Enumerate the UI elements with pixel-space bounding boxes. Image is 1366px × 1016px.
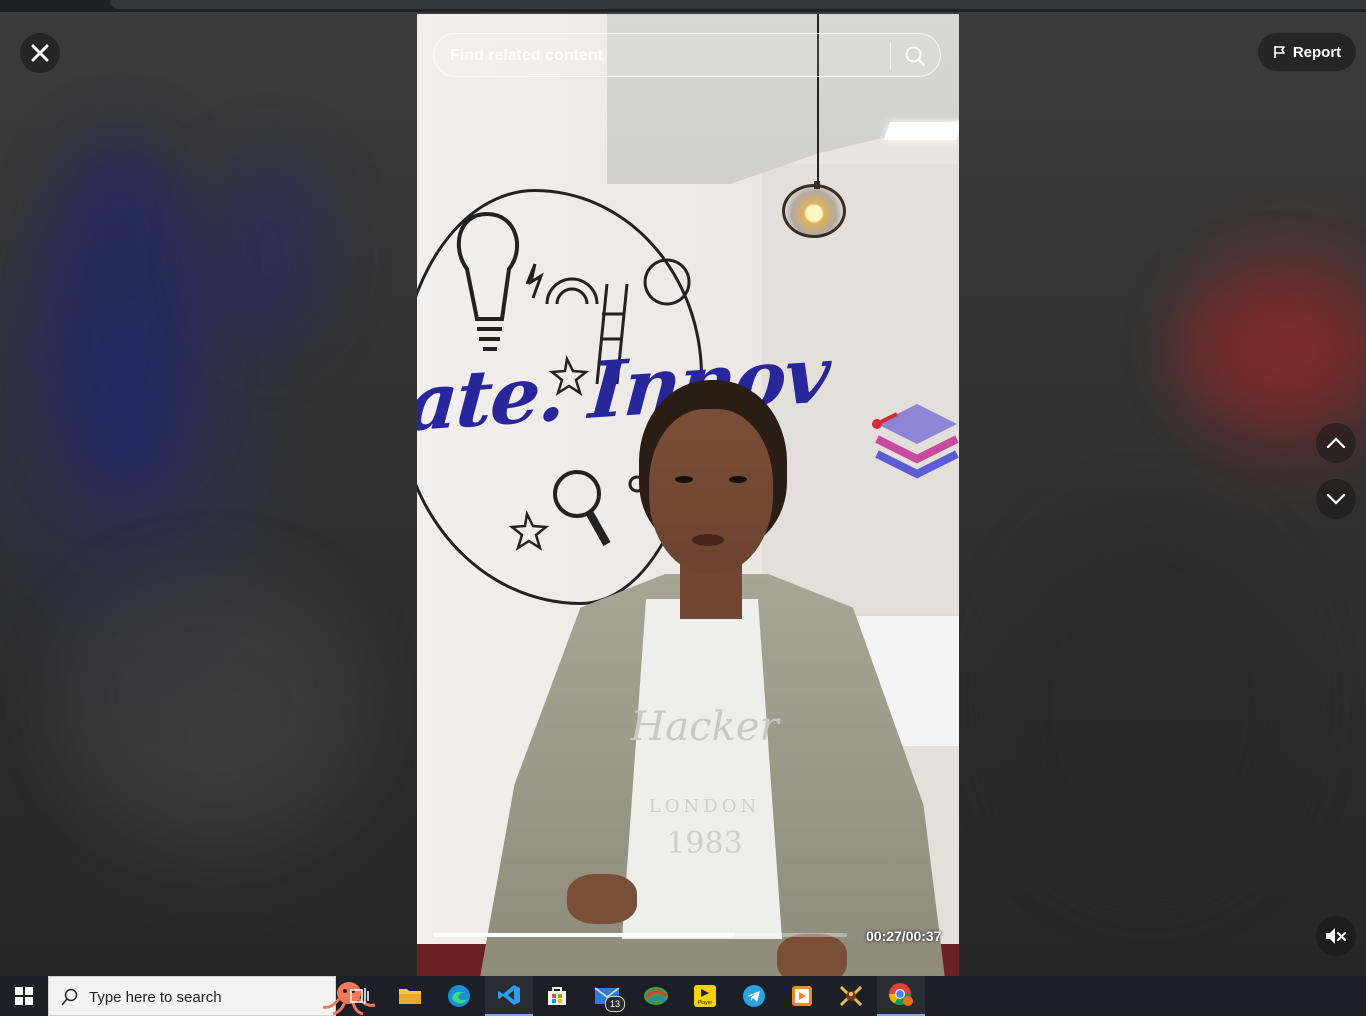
cube-logo-icon — [872, 404, 959, 479]
taskbar-store[interactable] — [533, 976, 581, 1016]
taskbar-search-placeholder: Type here to search — [89, 989, 222, 1006]
tshirt-print-city: LONDON — [648, 796, 761, 817]
scene-ceiling-light — [883, 122, 959, 140]
video-progress-fill — [433, 933, 736, 937]
store-icon — [548, 987, 566, 1005]
next-video-button[interactable] — [1316, 479, 1356, 519]
taskbar-mail[interactable]: 13 — [583, 976, 631, 1016]
video-player[interactable]: ate. Innov Hacker LONDON 1983 — [417, 14, 959, 976]
player-icon: Player — [694, 985, 716, 1007]
scene-eye-right — [729, 476, 747, 483]
report-label: Report — [1292, 43, 1342, 61]
taskbar-media[interactable] — [778, 976, 826, 1016]
media-icon — [792, 986, 812, 1006]
taskbar-search-box[interactable]: Type here to search — [48, 976, 376, 1016]
windows-taskbar: Type here to search 13 Player — [0, 976, 1366, 1016]
photos-icon — [644, 987, 668, 1005]
svg-text:Player: Player — [698, 1000, 713, 1006]
speaker-muted-icon — [1326, 928, 1346, 944]
previous-video-button[interactable] — [1316, 423, 1356, 463]
tshirt-print-year: 1983 — [666, 826, 743, 861]
close-button[interactable] — [20, 33, 60, 73]
task-view-icon — [350, 988, 369, 1004]
browser-top-bar — [0, 0, 1366, 12]
tshirt-print: Hacker — [630, 704, 779, 750]
taskbar-vscode[interactable] — [485, 976, 533, 1016]
scene-pendant-lamp — [782, 181, 846, 238]
vscode-icon — [498, 985, 520, 1005]
taskbar-chrome[interactable] — [877, 976, 925, 1016]
scene-tshirt — [622, 599, 782, 939]
taskbar-telegram[interactable] — [730, 976, 778, 1016]
mute-toggle-button[interactable] — [1316, 916, 1356, 956]
chevron-up-icon — [1326, 437, 1346, 449]
report-button[interactable]: Report — [1258, 33, 1356, 71]
video-progress-bar[interactable] — [433, 933, 847, 937]
scene-mouth — [692, 534, 724, 546]
scene-hand-right — [777, 934, 847, 976]
flag-icon — [1274, 46, 1285, 58]
start-button[interactable] — [0, 976, 48, 1016]
telegram-icon — [743, 985, 765, 1007]
windows-logo-icon — [15, 987, 33, 1005]
chevron-down-icon — [1326, 493, 1346, 505]
taskbar-task-view[interactable] — [336, 976, 384, 1016]
taskbar-edge[interactable] — [435, 976, 483, 1016]
game-icon — [839, 985, 863, 1007]
taskbar-game[interactable] — [827, 976, 875, 1016]
search-icon[interactable] — [904, 45, 926, 67]
chrome-icon — [889, 983, 913, 1006]
folder-icon — [399, 989, 421, 1004]
related-search-input[interactable] — [448, 34, 892, 78]
search-divider — [890, 42, 891, 70]
close-icon — [31, 44, 49, 62]
taskbar-player[interactable]: Player — [681, 976, 729, 1016]
edge-icon — [448, 985, 470, 1007]
taskbar-file-explorer[interactable] — [386, 976, 434, 1016]
video-time-display: 00:27/00:37 — [866, 928, 942, 944]
scene-hand-left — [567, 874, 637, 924]
mail-unread-badge: 13 — [605, 996, 625, 1012]
scene-face — [649, 409, 773, 574]
scene-eye-left — [675, 476, 693, 483]
taskbar-photos[interactable] — [632, 976, 680, 1016]
related-search-box[interactable] — [433, 33, 941, 78]
tab-strip — [110, 0, 1366, 9]
search-icon — [61, 988, 78, 1006]
